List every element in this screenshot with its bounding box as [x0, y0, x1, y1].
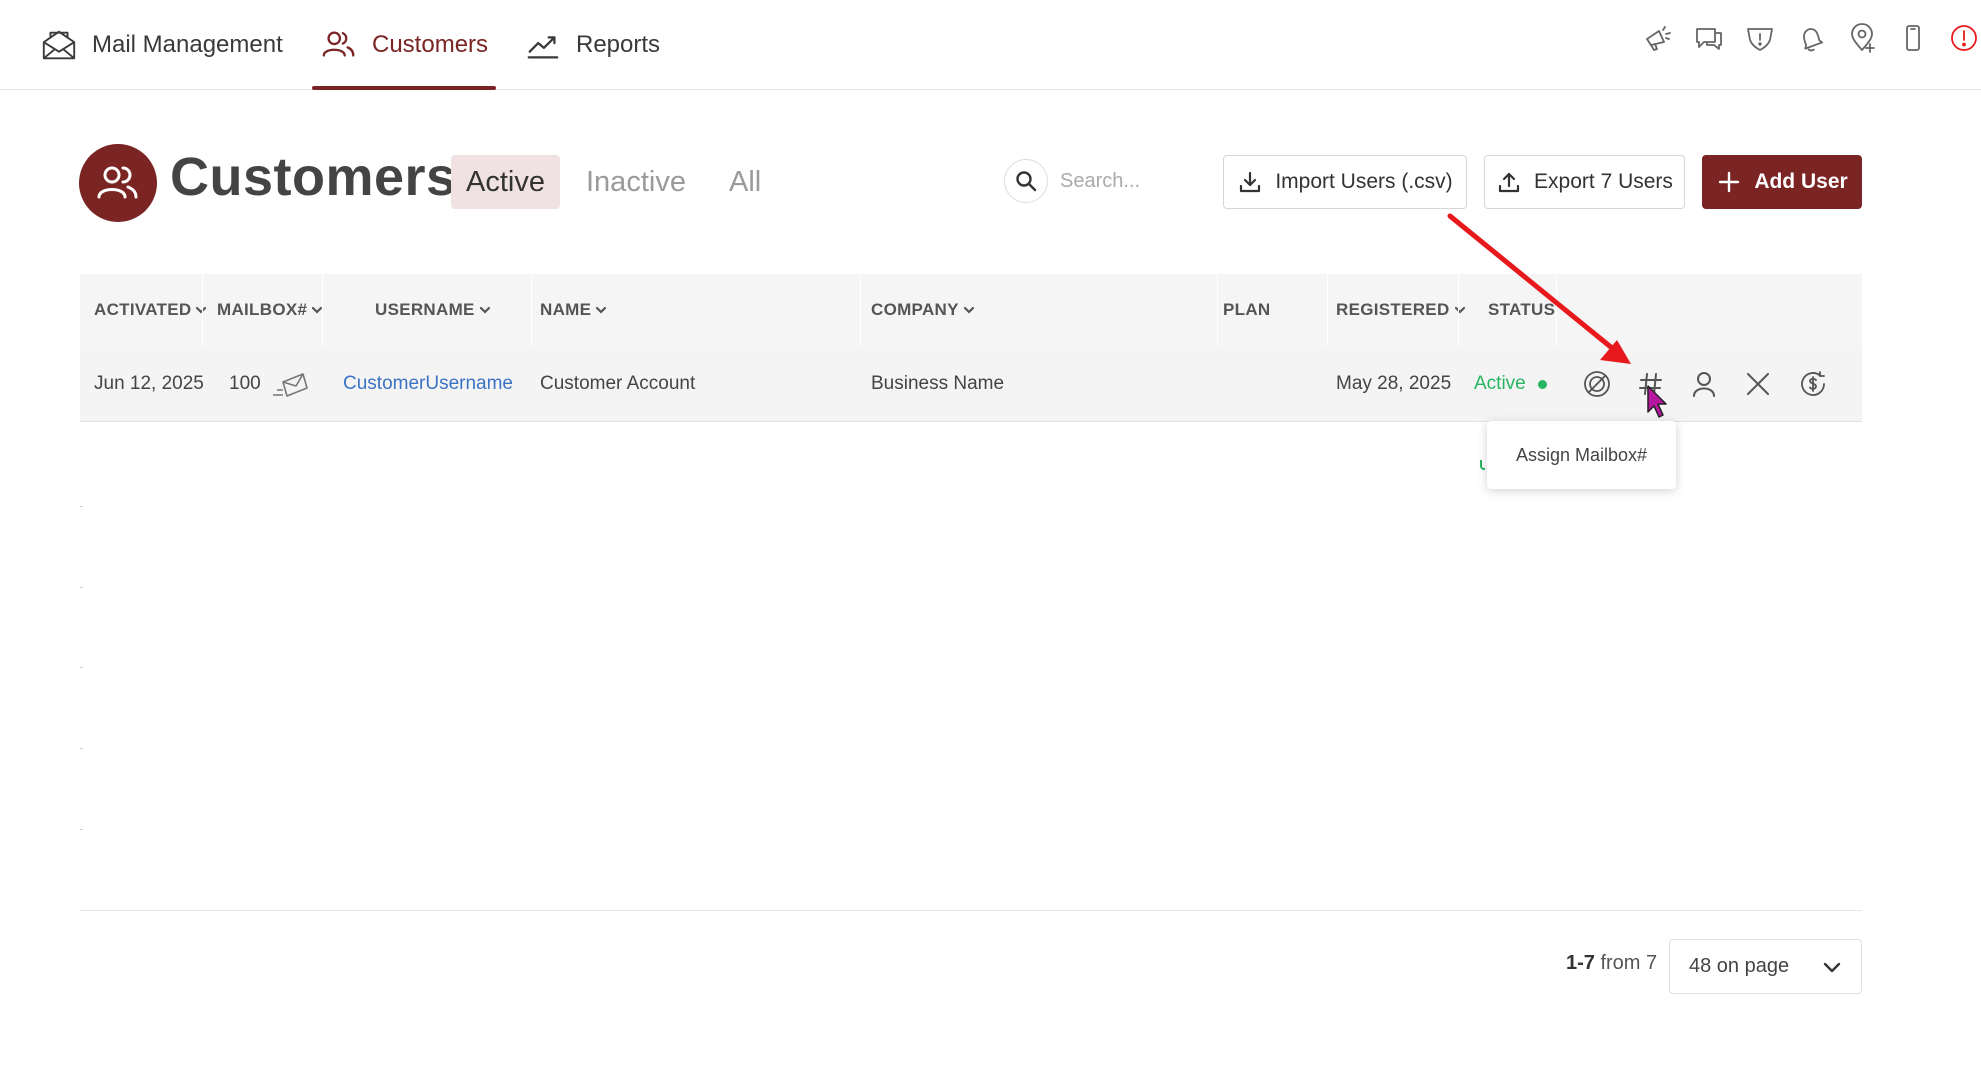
alert-icon — [1951, 25, 1977, 51]
chevron-down-icon — [1823, 962, 1841, 972]
tab-inactive[interactable]: Inactive — [571, 155, 701, 209]
chevron-down-icon — [479, 306, 490, 314]
cell-status: Active — [1474, 346, 1547, 422]
cell-name: Customer Account — [540, 373, 696, 394]
chevron-down-icon — [1454, 306, 1465, 314]
column-activated-label: ACTIVATED — [94, 300, 192, 319]
messages-button[interactable] — [1692, 21, 1726, 55]
locations-button[interactable] — [1845, 21, 1879, 55]
tab-active[interactable]: Active — [451, 155, 560, 209]
download-icon — [1240, 171, 1261, 193]
nav-customers[interactable]: Customers — [311, 0, 497, 90]
plus-icon — [1719, 171, 1740, 193]
table-header: ACTIVATED MAILBOX# USERNAME NAME COMPANY… — [80, 274, 1862, 346]
tab-all[interactable]: All — [714, 155, 776, 209]
column-name[interactable]: NAME — [540, 274, 607, 346]
users-icon — [322, 31, 355, 57]
column-username-label: USERNAME — [375, 300, 475, 319]
users-icon — [97, 166, 138, 199]
envelope-icon — [42, 30, 76, 60]
page-avatar — [79, 144, 157, 222]
notifications-button[interactable] — [1794, 21, 1828, 55]
import-users-button[interactable]: Import Users (.csv) — [1223, 155, 1467, 209]
pagination-range: 1-7 — [1566, 952, 1595, 974]
megaphone-icon — [1646, 26, 1671, 51]
nav-mail-management[interactable]: Mail Management — [40, 0, 283, 90]
status-check-fragment — [1480, 460, 1485, 470]
cell-username-link[interactable]: CustomerUsername — [343, 346, 513, 422]
page-size-select[interactable]: 48 on page — [1669, 939, 1862, 994]
column-mailbox-label: MAILBOX# — [217, 300, 308, 319]
search-icon — [1016, 171, 1037, 192]
search-input[interactable] — [1060, 169, 1200, 193]
shield-icon — [1747, 28, 1773, 51]
search-box — [1004, 158, 1204, 204]
mobile-icon — [1906, 25, 1920, 51]
chevron-down-icon — [963, 306, 974, 314]
column-company-label: COMPANY — [871, 300, 959, 319]
page-title: Customers — [170, 147, 457, 207]
top-nav: Mail Management Customers Reports — [0, 0, 1981, 90]
page-size-value: 48 on page — [1689, 955, 1790, 977]
nav-reports-label: Reports — [576, 31, 661, 58]
billing-button[interactable] — [1794, 365, 1832, 403]
dollar-refresh-icon — [1801, 371, 1825, 396]
column-company[interactable]: COMPANY — [871, 274, 975, 346]
cell-company: Business Name — [871, 373, 1005, 394]
pagination-summary: 1-7 from 7 — [1566, 952, 1657, 975]
cell-registered: May 28, 2025 — [1336, 373, 1452, 394]
table-footer-divider — [80, 910, 1862, 911]
column-plan: PLAN — [1223, 274, 1270, 346]
announcements-button[interactable] — [1641, 21, 1675, 55]
column-activated[interactable]: ACTIVATED — [94, 274, 207, 346]
sent-mail-icon — [272, 373, 308, 397]
column-username[interactable]: USERNAME — [375, 274, 491, 346]
assign-mailbox-button[interactable] — [1632, 365, 1670, 403]
chat-icon — [1696, 28, 1722, 50]
cell-activated: Jun 12, 2025 — [94, 373, 204, 394]
column-status-label: STATUS — [1488, 300, 1556, 319]
table-row[interactable]: Jun 12, 2025 100 CustomerUsername Custom… — [80, 346, 1862, 422]
close-icon — [1747, 373, 1769, 395]
security-button[interactable] — [1743, 21, 1777, 55]
column-registered[interactable]: REGISTERED — [1336, 274, 1466, 346]
mobile-app-button[interactable] — [1896, 21, 1930, 55]
pagination-total: from 7 — [1600, 952, 1658, 974]
status-badge: Active — [1474, 373, 1526, 394]
top-icon-bar — [1641, 18, 1981, 58]
tooltip-assign-mailbox: Assign Mailbox# — [1487, 421, 1676, 489]
location-pin-icon — [1851, 23, 1875, 53]
chevron-down-icon — [596, 306, 607, 314]
customers-table: ACTIVATED MAILBOX# USERNAME NAME COMPANY… — [80, 274, 1862, 422]
cell-mailbox: 100 — [229, 346, 311, 422]
add-user-label: Add User — [1754, 170, 1848, 193]
column-status: STATUS — [1488, 274, 1555, 346]
status-dot — [1537, 379, 1547, 389]
column-registered-label: REGISTERED — [1336, 300, 1450, 319]
user-icon — [1693, 372, 1715, 397]
alerts-button[interactable] — [1947, 21, 1981, 55]
upload-icon — [1498, 172, 1520, 193]
bell-icon — [1803, 28, 1824, 52]
user-profile-button[interactable] — [1685, 365, 1723, 403]
nav-customers-label: Customers — [372, 31, 489, 58]
trend-chart-icon — [527, 36, 559, 59]
nav-mail-label: Mail Management — [92, 31, 283, 58]
export-users-label: Export 7 Users — [1534, 170, 1673, 193]
add-user-button[interactable]: Add User — [1702, 155, 1862, 209]
deactivate-button[interactable] — [1739, 365, 1777, 403]
column-mailbox[interactable]: MAILBOX# — [217, 274, 323, 346]
hash-icon — [1639, 373, 1662, 395]
no-mail-icon — [1584, 371, 1610, 397]
column-plan-label: PLAN — [1223, 300, 1271, 319]
mailbox-number: 100 — [229, 373, 261, 394]
nav-reports[interactable]: Reports — [524, 0, 660, 90]
column-name-label: NAME — [540, 300, 592, 319]
search-button[interactable] — [1004, 159, 1048, 203]
import-users-label: Import Users (.csv) — [1275, 170, 1453, 193]
no-mail-button[interactable] — [1578, 365, 1616, 403]
export-users-button[interactable]: Export 7 Users — [1484, 155, 1685, 209]
